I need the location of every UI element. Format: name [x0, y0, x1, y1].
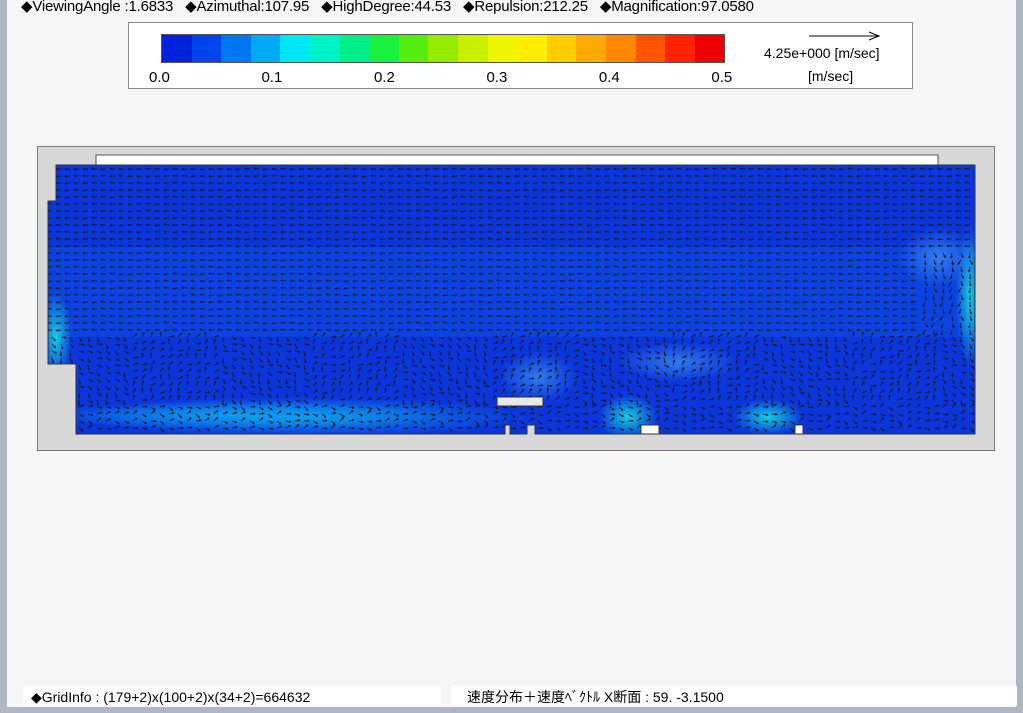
- color-scale-cell: [221, 35, 251, 62]
- color-scale-cell: [280, 35, 310, 62]
- visualization-canvas[interactable]: ◆ViewingAngle :1.6833 ◆Azimuthal:107.95 …: [7, 0, 1017, 707]
- legend-tick-label: 0.5: [711, 69, 733, 86]
- view-parameters: ◆ViewingAngle :1.6833 ◆Azimuthal:107.95 …: [21, 0, 762, 15]
- legend-tick-label: 0.3: [486, 69, 508, 86]
- color-scale-cell: [517, 35, 547, 62]
- cross-section-plot[interactable]: [37, 146, 995, 451]
- color-scale-cell: [162, 35, 192, 62]
- window-frame-bottom: [0, 707, 1023, 713]
- color-scale-cell: [605, 35, 636, 62]
- repulsion-readout: ◆Repulsion:212.25: [463, 0, 588, 15]
- color-scale-cell: [546, 35, 577, 62]
- legend-tick-label: 0.4: [598, 69, 620, 86]
- magnification-readout: ◆Magnification:97.0580: [599, 0, 754, 15]
- legend-tick-label: 0.2: [373, 69, 395, 86]
- window-frame-left: [0, 0, 7, 713]
- color-scale-cell: [250, 35, 281, 62]
- section-info-status: 速度分布＋速度ﾍﾞｸﾄﾙ X断面 : 59. -3.1500: [451, 686, 1017, 706]
- color-scale-cell: [309, 35, 340, 62]
- color-scale-cell: [487, 35, 518, 62]
- reference-vector-arrow: [809, 31, 881, 41]
- obstacle-block: [496, 396, 544, 407]
- color-scale-cell: [369, 35, 399, 62]
- high-degree-readout: ◆HighDegree:44.53: [321, 0, 452, 15]
- window-frame-right: [1016, 0, 1023, 713]
- color-scale-cell: [398, 35, 429, 62]
- color-scale-bar: [161, 34, 726, 63]
- grid-info-status: ◆GridInfo : (179+2)x(100+2)x(34+2)=66463…: [23, 686, 441, 706]
- color-scale-cell: [339, 35, 370, 62]
- azimuthal-readout: ◆Azimuthal:107.95: [185, 0, 310, 15]
- viewing-angle-readout: ◆ViewingAngle :1.6833: [21, 0, 174, 15]
- color-scale-cell: [635, 35, 666, 62]
- color-scale-cell: [428, 35, 458, 62]
- color-scale-cell: [191, 35, 222, 62]
- color-scale-cell: [576, 35, 606, 62]
- color-scale-cell: [457, 35, 488, 62]
- legend-unit: [m/sec]: [808, 68, 854, 84]
- legend-tick-label: 0.1: [261, 69, 283, 86]
- reference-vector-label: 4.25e+000 [m/sec]: [764, 45, 880, 61]
- ceiling-strip: [95, 154, 939, 166]
- color-scale-cell: [694, 35, 725, 62]
- color-legend: 0.0 0.1 0.2 0.3 0.4 0.5 4.25e+000 [m/sec] [m/…: [128, 22, 913, 89]
- legend-tick-label: 0.0: [149, 69, 170, 86]
- color-scale-cell: [665, 35, 695, 62]
- velocity-vector-field: [47, 154, 976, 435]
